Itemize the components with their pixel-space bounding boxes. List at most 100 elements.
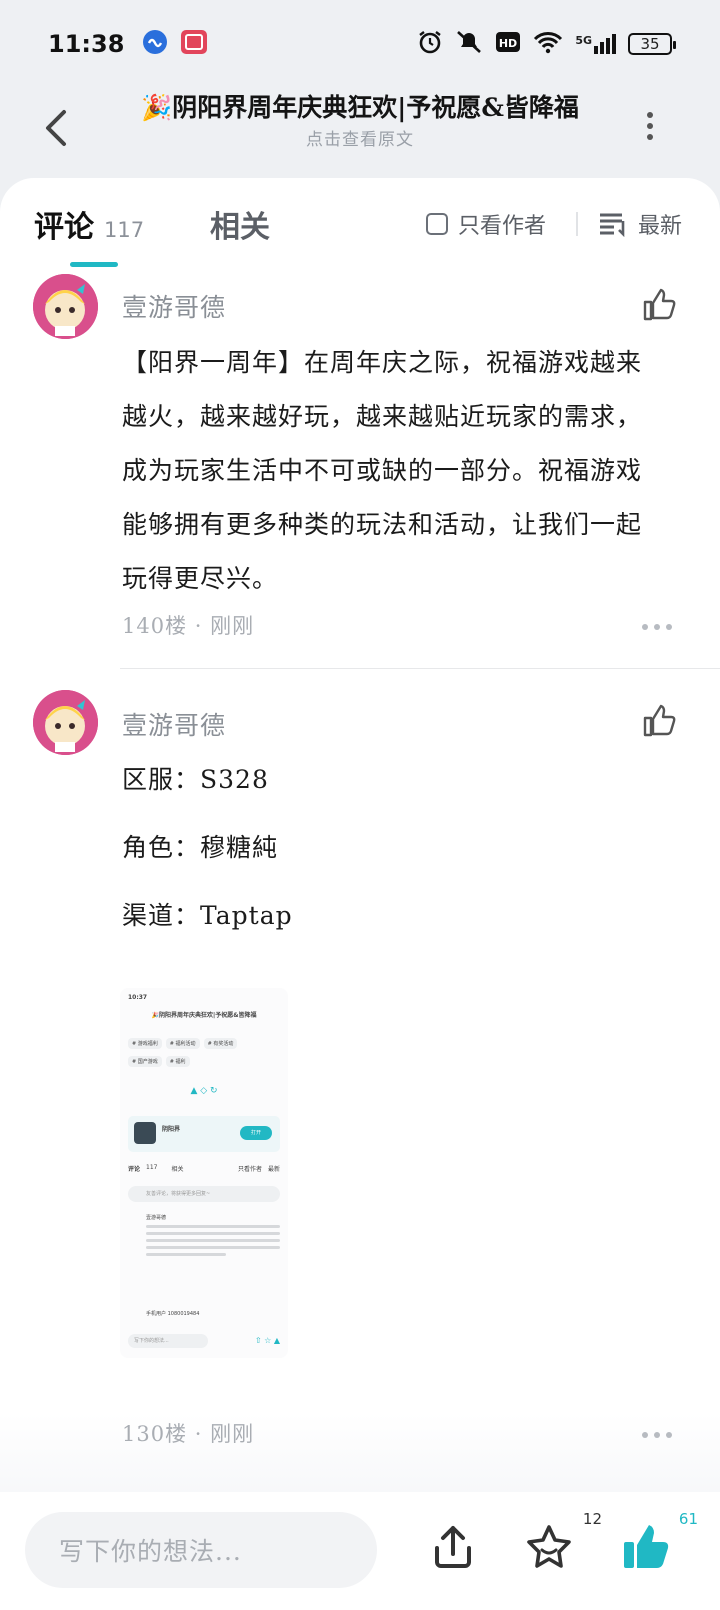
sort-button[interactable]: 最新 — [598, 208, 682, 240]
comment-more-button[interactable] — [642, 624, 672, 630]
comment-divider — [120, 668, 720, 669]
thumb-title: 🎉阴阳界周年庆典狂欢|予祝愿&皆降福 — [128, 1010, 280, 1019]
share-button[interactable] — [428, 1522, 478, 1572]
tab-related[interactable]: 相关 — [210, 202, 270, 246]
mute-icon — [455, 29, 483, 59]
more-dot — [654, 624, 660, 630]
battery-icon: 35 — [628, 33, 676, 55]
thumb-input-text: 友善评论，将获得更多回复~ — [146, 1191, 211, 1197]
more-dot — [642, 1432, 648, 1438]
tab-comments-label: 评论 — [34, 210, 94, 245]
comment-meta: 130楼 · 刚刚 — [122, 1418, 254, 1448]
alarm-icon — [417, 29, 443, 59]
thumb-tag: # 福利 — [165, 1056, 190, 1067]
reply-input[interactable]: 写下你的想法... — [25, 1512, 377, 1588]
thumb-tag: # 有奖活动 — [203, 1038, 238, 1049]
thumbs-up-filled-icon — [624, 1525, 669, 1568]
comment-username[interactable]: 壹游哥德 — [122, 288, 226, 324]
view-original-link[interactable]: 点击查看原文 — [100, 128, 620, 152]
thumb-app-icon — [134, 1122, 156, 1144]
tab-comments[interactable]: 评论 117 — [34, 202, 144, 246]
avatar-image — [33, 274, 98, 339]
network-label: 5G — [575, 34, 592, 47]
channel-line: 渠道：Taptap — [122, 901, 293, 930]
like-button[interactable] — [642, 704, 676, 738]
comment-meta: 140楼 · 刚刚 — [122, 610, 254, 640]
active-tab-indicator — [70, 262, 118, 267]
status-time: 11:38 — [48, 30, 125, 58]
more-options-button[interactable] — [640, 106, 660, 146]
thumb-tab-author: 只看作者 — [237, 1166, 262, 1173]
avatar[interactable] — [33, 274, 98, 339]
more-dot — [654, 1432, 660, 1438]
more-dot — [647, 134, 653, 140]
comment-time: 刚刚 — [210, 1422, 255, 1446]
star-icon — [527, 1525, 571, 1568]
attached-screenshot[interactable]: 10:37 🎉阴阳界周年庆典狂欢|予祝愿&皆降福 # 游戏福利 # 福利活动 # 有… — [120, 988, 288, 1358]
comments-card: 评论 117 相关 只看作者 最新 壹游哥德 【阳界一周年】在周年庆之际，祝福游… — [0, 178, 720, 1610]
meta-separator: · — [194, 1422, 211, 1446]
thumb-status-bar: 10:37 — [128, 994, 280, 1001]
hd-icon: HD — [495, 30, 521, 58]
thumb-app-card: 阴阳界 打开 — [128, 1116, 280, 1152]
avatar-image — [33, 690, 98, 755]
thumb-tag: # 国产游戏 — [128, 1056, 162, 1067]
more-dot — [666, 624, 672, 630]
meta-separator: · — [194, 614, 211, 638]
avatar[interactable] — [33, 690, 98, 755]
tab-divider — [576, 212, 578, 236]
signal-icon: 5G — [575, 34, 616, 54]
like-count: 61 — [678, 1510, 698, 1528]
like-post-button[interactable]: 61 — [620, 1510, 698, 1572]
thumb-user2: 手机用户 1080019484 — [146, 1311, 200, 1317]
app-notification-icon — [142, 29, 168, 59]
wifi-icon — [533, 30, 563, 58]
thumb-app-name: 阴阳界 — [162, 1126, 181, 1133]
header: 🎉阴阳界周年庆典狂欢|予祝愿&皆降福 点击查看原文 — [0, 88, 720, 178]
thumb-tab-related: 相关 — [171, 1166, 184, 1173]
sort-label: 最新 — [638, 214, 683, 239]
role-line: 角色：穆糖純 — [122, 833, 279, 862]
more-dot — [647, 123, 653, 129]
more-dot — [666, 1432, 672, 1438]
favorite-count: 12 — [582, 1510, 602, 1528]
comment-username[interactable]: 壹游哥德 — [122, 706, 226, 742]
thumb-tags: # 游戏福利 # 福利活动 # 有奖活动 — [128, 1038, 280, 1049]
author-only-toggle[interactable]: 只看作者 — [426, 208, 546, 240]
thumb-bottom-actions: ⇧ ☆ ▲ — [254, 1336, 280, 1345]
thumb-tab-sort: 最新 — [267, 1166, 280, 1173]
thumbs-up-icon — [643, 288, 676, 321]
thumb-tabs: 评论 117 相关 只看作者 最新 — [128, 1164, 280, 1173]
thumb-actions: ▲ ◇ ↻ — [190, 1086, 218, 1096]
comment-more-button[interactable] — [642, 1432, 672, 1438]
like-button[interactable] — [642, 288, 676, 322]
comment-tabs: 评论 117 相关 只看作者 最新 — [0, 178, 720, 273]
share-icon — [435, 1526, 471, 1568]
server-line: 区服：S328 — [122, 765, 269, 794]
title-wrap[interactable]: 🎉阴阳界周年庆典狂欢|予祝愿&皆降福 点击查看原文 — [100, 88, 620, 152]
status-bar: 11:38 HD 5G 35 — [0, 0, 720, 88]
tab-comments-count: 117 — [104, 218, 145, 242]
thumb-tab-comments: 评论 — [128, 1166, 141, 1173]
more-dot — [647, 112, 653, 118]
thumb-open-button: 打开 — [240, 1126, 272, 1140]
more-dot — [642, 624, 648, 630]
favorite-button[interactable]: 12 — [524, 1510, 602, 1572]
thumbs-up-icon — [643, 704, 676, 737]
thumb-user1: 壹游哥德 — [146, 1215, 167, 1221]
floor-number: 140楼 — [122, 614, 188, 638]
thumb-tag: # 福利活动 — [165, 1038, 200, 1049]
back-button[interactable] — [38, 104, 78, 152]
page-title: 🎉阴阳界周年庆典狂欢|予祝愿&皆降福 — [141, 93, 579, 122]
thumb-title-text: 🎉阴阳界周年庆典狂欢|予祝愿&皆降福 — [151, 1012, 257, 1019]
comment-time: 刚刚 — [210, 614, 255, 638]
author-only-label: 只看作者 — [458, 214, 547, 239]
thumb-comment-input: 友善评论，将获得更多回复~ — [128, 1186, 280, 1202]
thumb-time: 10:37 — [128, 994, 148, 1001]
thumb-tag: # 游戏福利 — [128, 1038, 162, 1049]
sort-icon — [600, 213, 625, 237]
checkbox-icon — [426, 213, 448, 235]
svg-text:HD: HD — [499, 37, 517, 50]
app-red-icon — [180, 29, 208, 59]
thumb-tags-2: # 国产游戏 # 福利 — [128, 1056, 280, 1067]
